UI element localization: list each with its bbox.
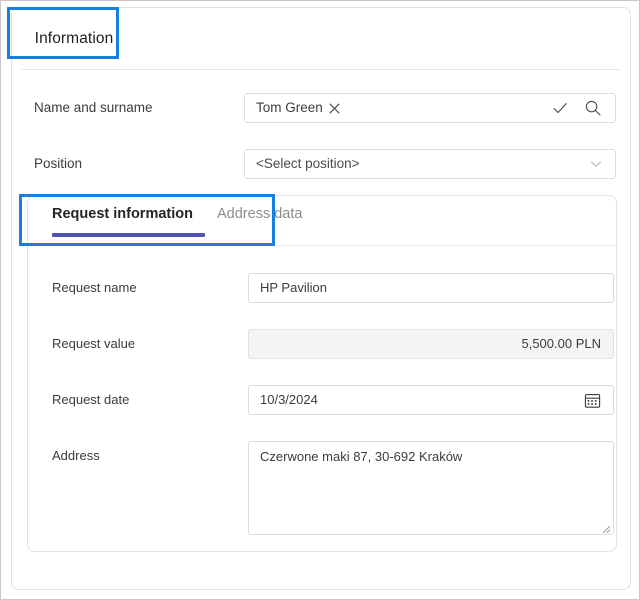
information-card: Information Name and surname Tom Green P… <box>11 7 631 590</box>
request-name-input[interactable]: HP Pavilion <box>248 273 614 303</box>
request-value-row: Request value 5,500.00 PLN <box>52 329 614 359</box>
close-x-icon[interactable] <box>329 102 340 114</box>
name-value-wrap: Tom Green <box>256 94 340 122</box>
name-and-surname-value: Tom Green <box>256 100 323 115</box>
address-row: Address Czerwone maki 87, 30-692 Kraków <box>52 441 614 535</box>
address-label: Address <box>52 448 100 463</box>
inner-tabstrip: Request information Address data <box>28 196 616 246</box>
resize-grip-icon[interactable] <box>600 521 611 534</box>
chevron-down-icon[interactable] <box>588 156 604 177</box>
tab-address-data-label: Address data <box>217 206 303 222</box>
inner-tab-divider <box>28 245 616 246</box>
name-and-surname-label: Name and surname <box>34 100 153 115</box>
tab-address-data[interactable]: Address data <box>217 206 302 240</box>
name-and-surname-row: Name and surname Tom Green <box>34 93 616 123</box>
position-label: Position <box>34 156 83 171</box>
address-value: Czerwone maki 87, 30-692 Kraków <box>260 449 463 464</box>
calendar-icon[interactable] <box>584 392 601 414</box>
name-and-surname-input[interactable]: Tom Green <box>244 93 616 123</box>
page-frame: Information Name and surname Tom Green P… <box>0 0 640 600</box>
checkmark-icon[interactable] <box>551 99 569 122</box>
request-name-label: Request name <box>52 280 137 295</box>
request-value-amount: 5,500.00 PLN <box>521 336 601 351</box>
request-details-card: Request information Address data Request… <box>27 195 617 552</box>
request-name-value: HP Pavilion <box>260 280 327 295</box>
tab-information-label: Information <box>34 30 114 47</box>
active-tab-underline <box>52 233 205 237</box>
position-select[interactable]: <Select position> <box>244 149 616 179</box>
tab-request-information-label: Request information <box>52 206 193 222</box>
request-date-input[interactable]: 10/3/2024 <box>248 385 614 415</box>
request-name-row: Request name HP Pavilion <box>52 273 614 303</box>
address-textarea[interactable]: Czerwone maki 87, 30-692 Kraków <box>248 441 614 535</box>
request-date-row: Request date 10/3/2024 <box>52 385 614 415</box>
position-selected-value: <Select position> <box>256 156 360 171</box>
tab-information[interactable]: Information <box>22 16 126 62</box>
request-value-label: Request value <box>52 336 136 351</box>
request-date-value: 10/3/2024 <box>260 392 318 407</box>
header-tabstrip: Information <box>12 8 630 70</box>
position-row: Position <Select position> <box>34 149 616 179</box>
request-value-field: 5,500.00 PLN <box>248 329 614 359</box>
request-date-label: Request date <box>52 392 130 407</box>
search-icon[interactable] <box>584 99 602 122</box>
header-divider <box>22 69 620 70</box>
